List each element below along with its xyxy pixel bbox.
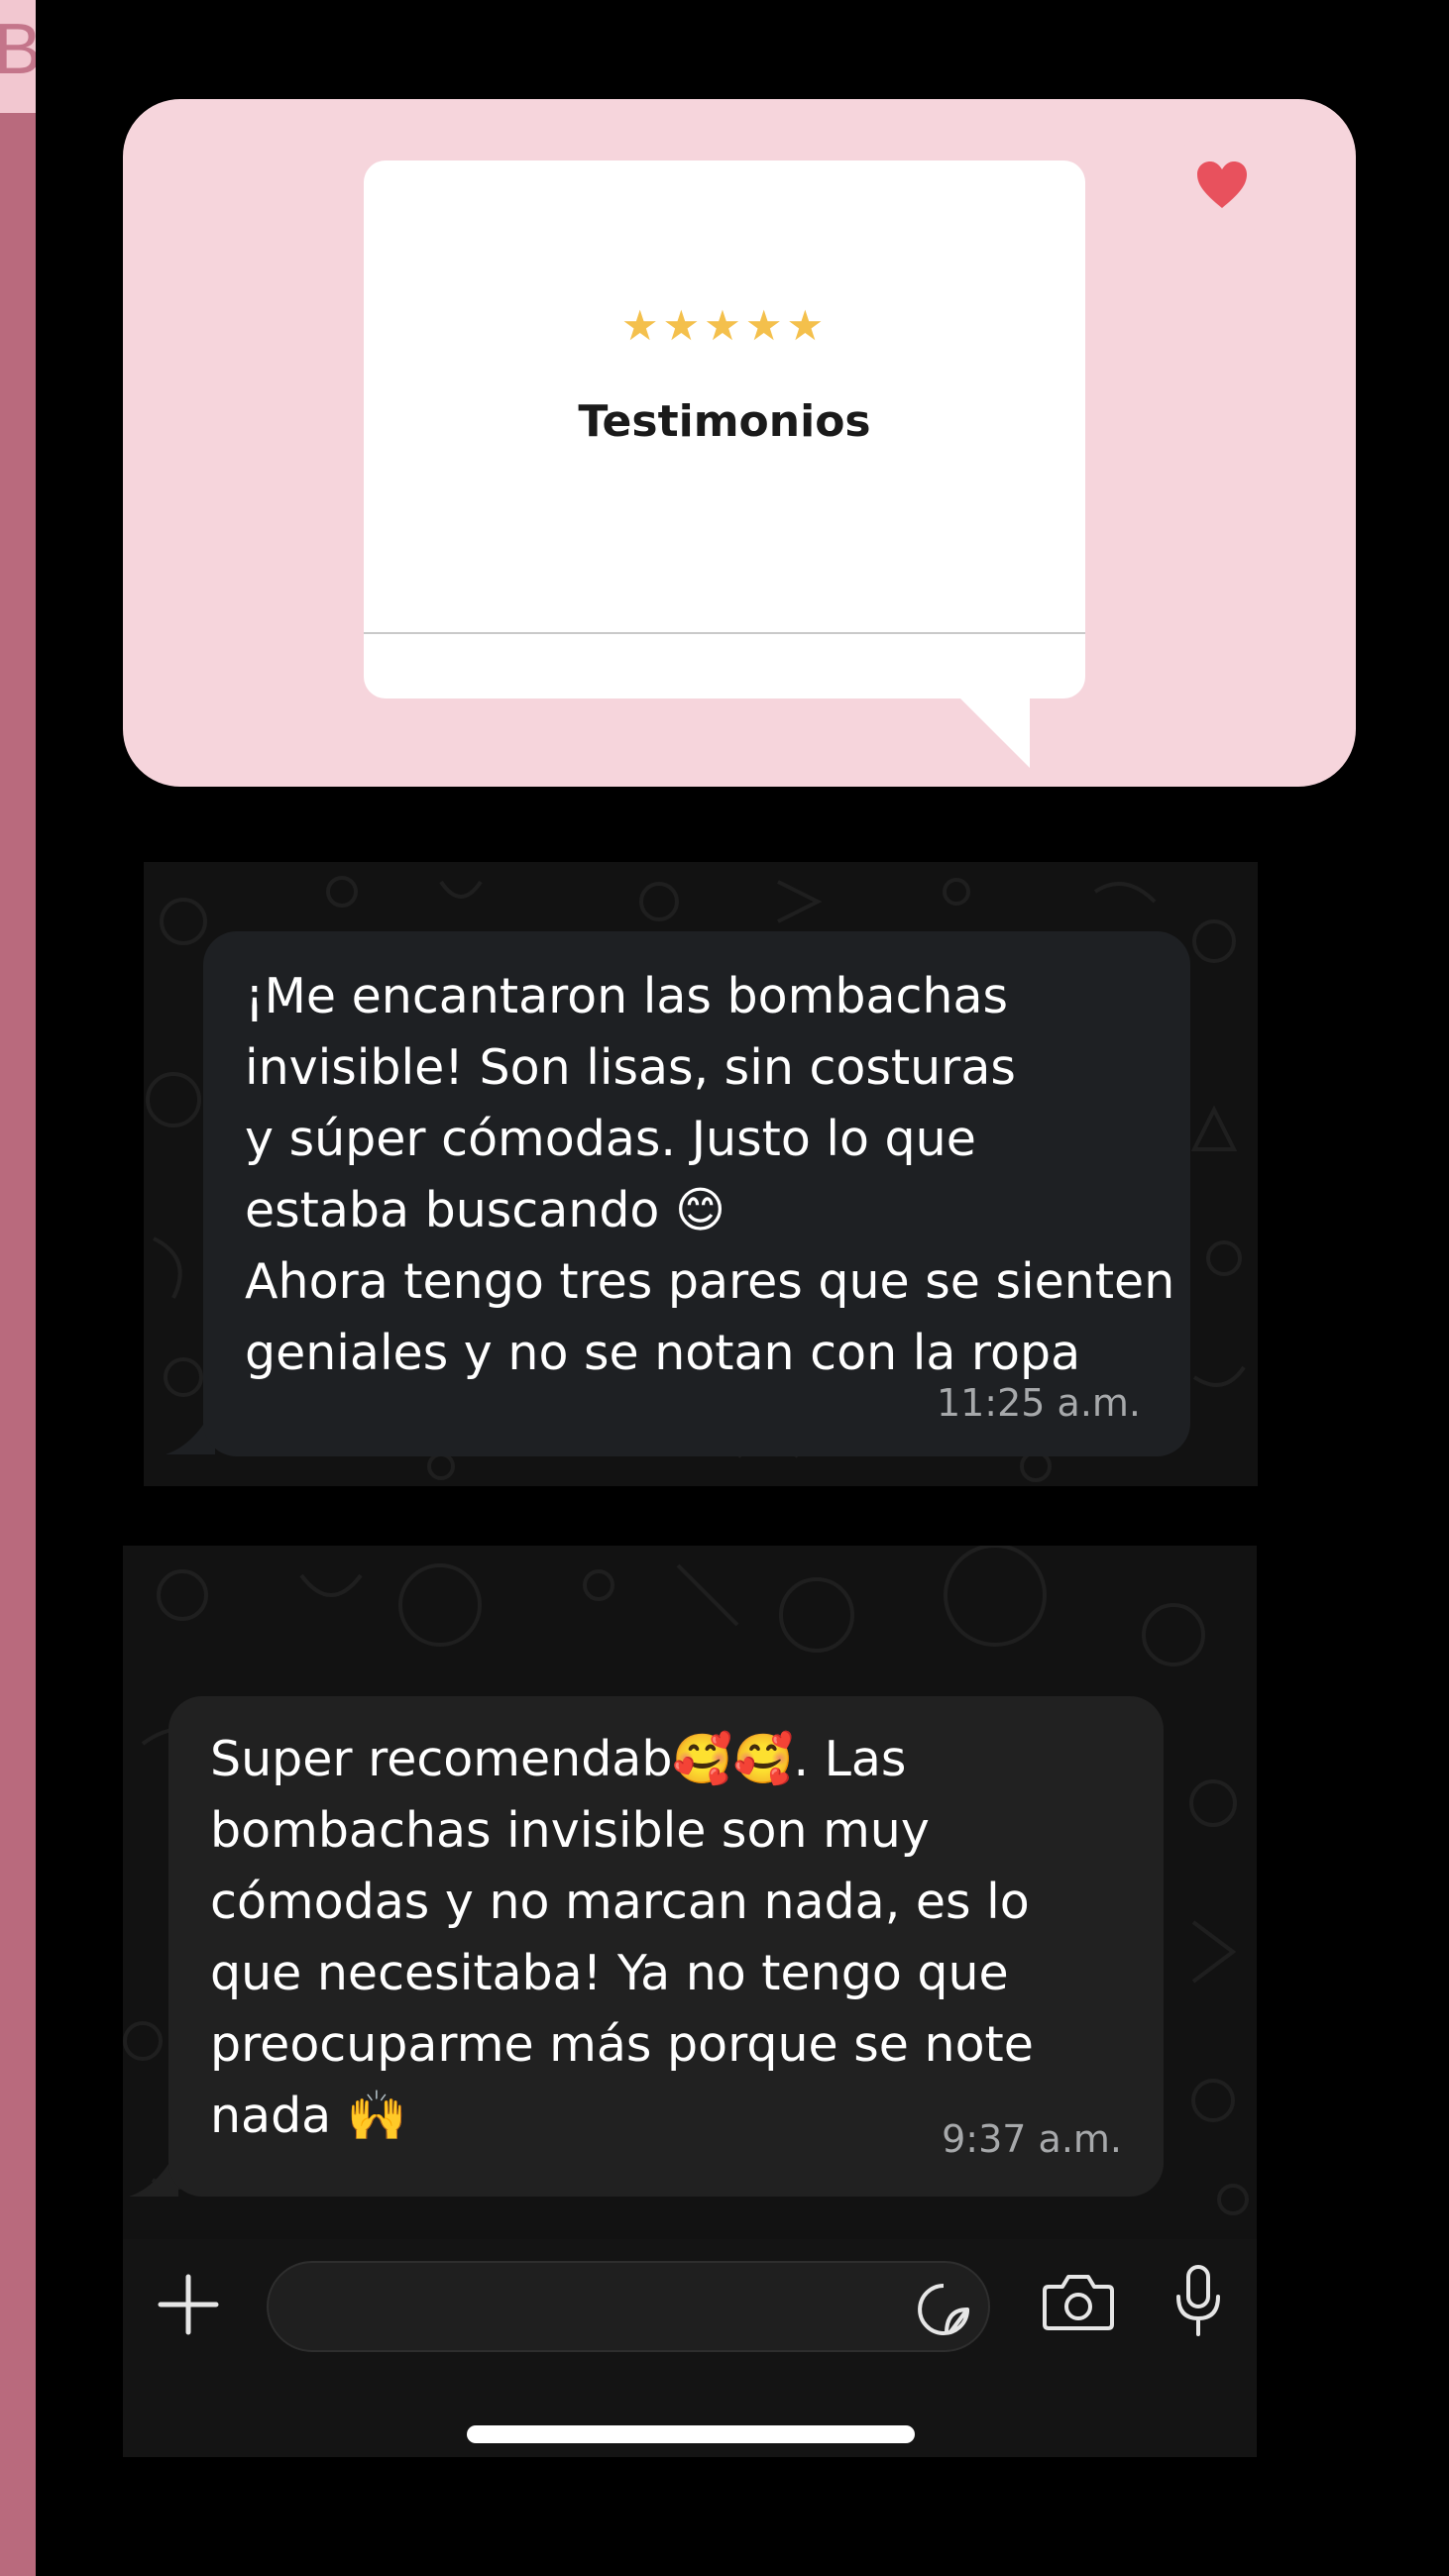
message-bubble[interactable]: Super recomendab🥰🥰. Las bombachas invisi… xyxy=(168,1696,1164,2197)
message-text: ¡Me encantaron las bombachas invisible! … xyxy=(245,968,1175,1381)
message-input[interactable] xyxy=(267,2261,990,2352)
message-timestamp: 9:37 a.m. xyxy=(942,2117,1122,2161)
home-indicator xyxy=(467,2425,915,2443)
message-input-bar xyxy=(123,2239,1257,2457)
microphone-icon[interactable] xyxy=(1173,2265,1223,2338)
sticker-icon[interactable] xyxy=(917,2283,970,2336)
rating-stars: ★★★★★ xyxy=(620,301,829,350)
message-timestamp: 11:25 a.m. xyxy=(936,1381,1141,1425)
message-text: Super recomendab🥰🥰. Las bombachas invisi… xyxy=(210,1731,1034,2144)
chat-screenshot-1: ¡Me encantaron las bombachas invisible! … xyxy=(144,862,1258,1486)
chat-screenshot-2: Super recomendab🥰🥰. Las bombachas invisi… xyxy=(123,1546,1257,2457)
message-bubble[interactable]: ¡Me encantaron las bombachas invisible! … xyxy=(203,931,1190,1456)
page-title: Testimonios xyxy=(578,396,871,447)
cropped-letter: B xyxy=(0,10,36,89)
heart-badge xyxy=(1168,131,1277,240)
heart-icon xyxy=(1197,161,1247,208)
testimonial-card: ★★★★★ Testimonios xyxy=(364,131,1277,698)
left-strip-header: B xyxy=(0,0,36,113)
testimonial-banner: ★★★★★ Testimonios xyxy=(123,99,1356,787)
page: B ★★★★★ Testimonios ¡Me encantaron las b… xyxy=(0,0,1449,2576)
speech-bubble-tail xyxy=(955,694,1030,768)
plus-icon[interactable] xyxy=(157,2273,220,2336)
card-divider xyxy=(364,632,1085,634)
camera-icon[interactable] xyxy=(1043,2271,1114,2332)
left-side-strip: B xyxy=(0,0,36,2576)
